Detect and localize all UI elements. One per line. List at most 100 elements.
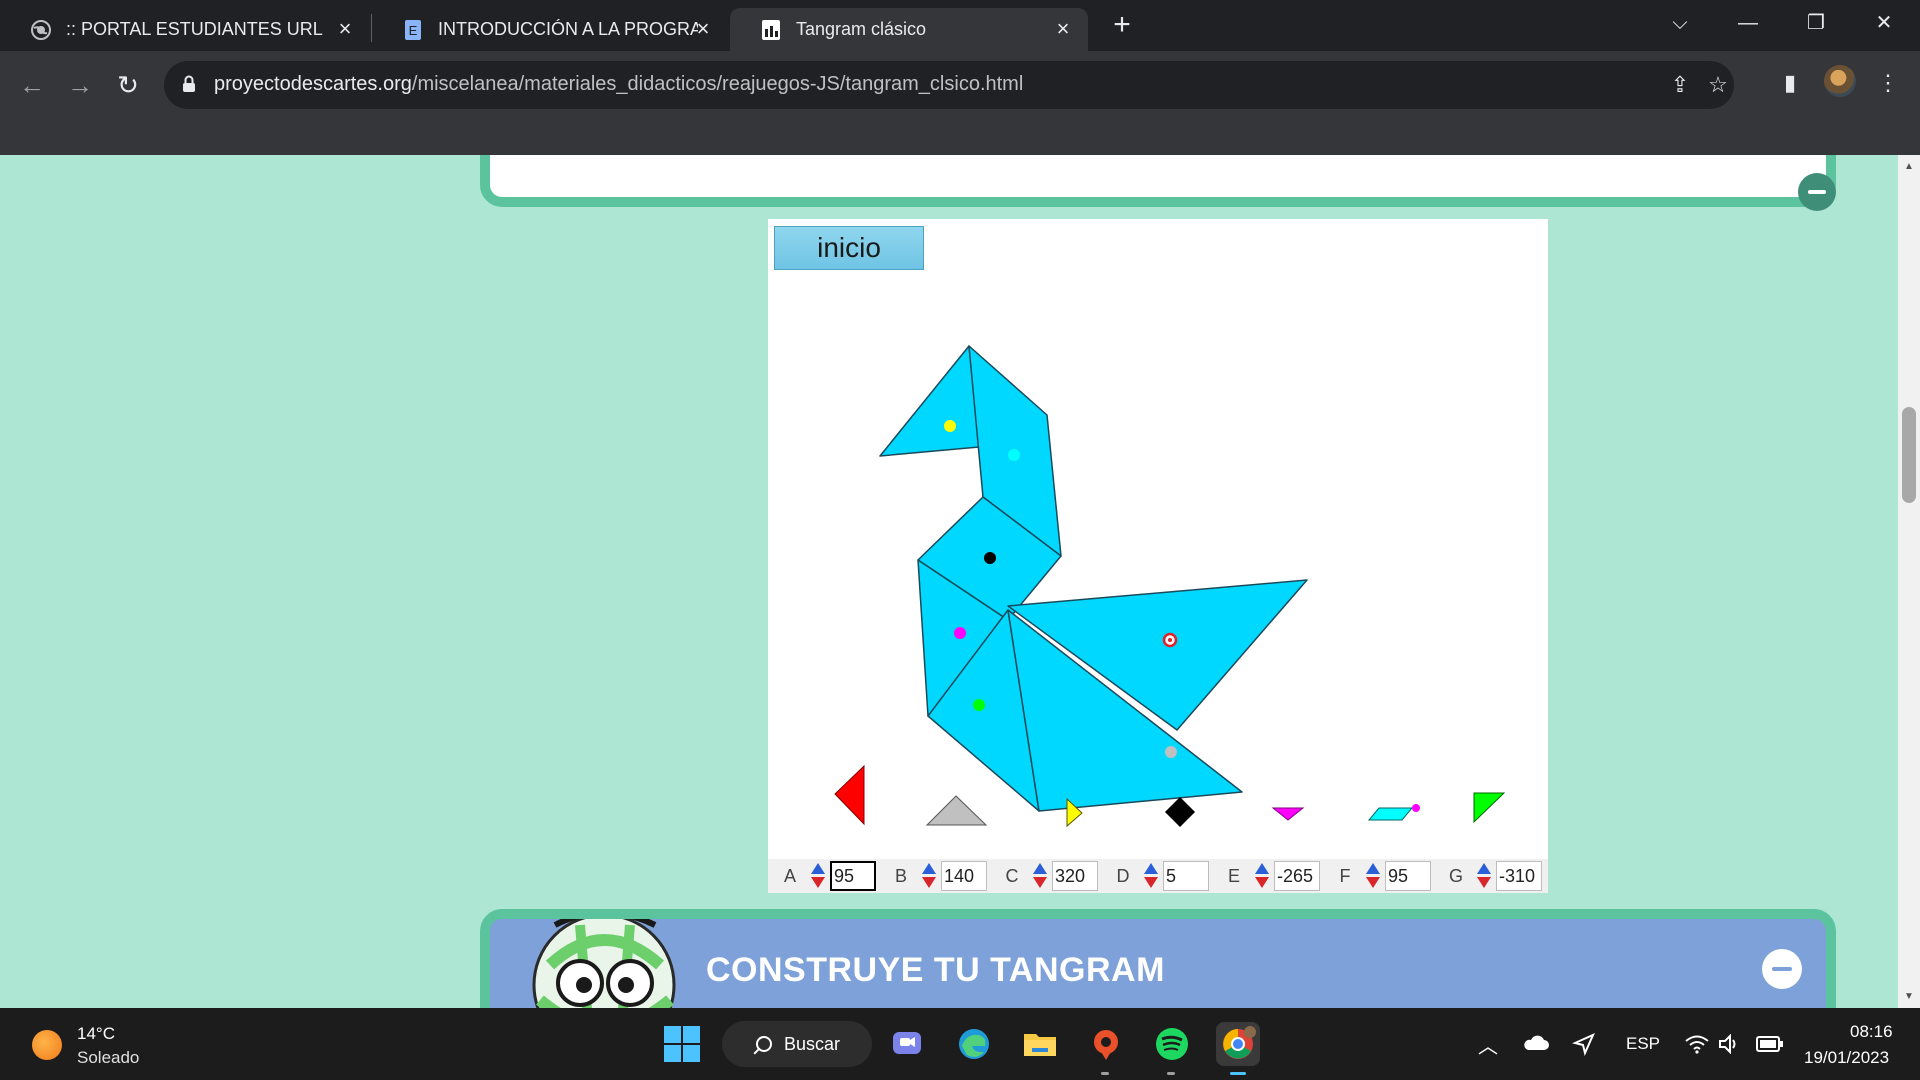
construye-tangram-section: CONSTRUYE TU TANGRAM: [480, 909, 1836, 1008]
scroll-down-icon[interactable]: ▼: [1904, 991, 1914, 1002]
weather-description[interactable]: Soleado: [77, 1048, 139, 1068]
piece-center-dot[interactable]: [954, 627, 966, 639]
back-button[interactable]: ←: [12, 65, 52, 105]
rotation-handle-D[interactable]: [1165, 797, 1195, 827]
spinner[interactable]: [1476, 862, 1492, 890]
globe-icon: [30, 19, 52, 41]
piece-center-dot[interactable]: [944, 420, 956, 432]
control-A: A: [768, 859, 879, 893]
arrow-up-icon[interactable]: [811, 863, 825, 874]
restore-button[interactable]: ❐: [1796, 6, 1836, 40]
arrow-down-icon[interactable]: [1033, 877, 1047, 888]
arrow-down-icon[interactable]: [811, 877, 825, 888]
spinner[interactable]: [921, 862, 937, 890]
control-value-input[interactable]: [830, 861, 876, 891]
share-icon[interactable]: ⇪: [1666, 71, 1694, 99]
battery-icon[interactable]: [1756, 1036, 1784, 1052]
inicio-button[interactable]: inicio: [774, 226, 924, 270]
piece-center-dot[interactable]: [1008, 449, 1020, 461]
tab-portal-estudiantes[interactable]: :: PORTAL ESTUDIANTES URL :: ×: [0, 8, 370, 51]
bookmark-star-icon[interactable]: ☆: [1704, 71, 1732, 99]
rotation-handle-F-dot[interactable]: [1412, 804, 1420, 812]
chrome-browser-icon[interactable]: [1216, 1022, 1260, 1075]
arrow-up-icon[interactable]: [1033, 863, 1047, 874]
tray-chevron-up-icon[interactable]: ︿: [1478, 1030, 1498, 1059]
teams-chat-icon[interactable]: [885, 1022, 929, 1066]
rotation-handle-A[interactable]: [834, 764, 865, 826]
profile-avatar[interactable]: [1824, 65, 1856, 97]
tangram-scene: inicio A B C D E: [768, 219, 1548, 893]
address-bar[interactable]: proyectodescartes.org/miscelanea/materia…: [164, 61, 1734, 109]
tab-introduccion[interactable]: E INTRODUCCIÓN A LA PROGRAM ×: [372, 8, 728, 51]
control-value-input[interactable]: [1274, 861, 1320, 891]
more-menu-icon[interactable]: ⋮: [1868, 63, 1908, 103]
reload-button[interactable]: ↻: [108, 65, 148, 105]
mascot-icon: [532, 919, 676, 1008]
scrollbar-thumb[interactable]: [1902, 407, 1916, 503]
collapse-section-button[interactable]: [1798, 173, 1836, 211]
arrow-up-icon[interactable]: [1477, 863, 1491, 874]
close-window-button[interactable]: ✕: [1864, 6, 1904, 40]
rotation-handle-B[interactable]: [925, 795, 988, 826]
spotify-icon[interactable]: [1150, 1022, 1194, 1075]
arrow-down-icon[interactable]: [1366, 877, 1380, 888]
clock-time[interactable]: 08:16: [1850, 1022, 1893, 1042]
control-G: G: [1434, 859, 1545, 893]
rotation-handle-G[interactable]: [1473, 792, 1506, 824]
tab-title: Tangram clásico: [796, 19, 927, 39]
scroll-up-icon[interactable]: ▲: [1904, 161, 1914, 172]
taskbar-search[interactable]: Buscar: [722, 1021, 872, 1067]
close-tab-icon[interactable]: ×: [1052, 18, 1074, 40]
arrow-up-icon[interactable]: [1144, 863, 1158, 874]
side-panel-icon[interactable]: ▮: [1770, 63, 1810, 103]
edge-browser-icon[interactable]: [952, 1022, 996, 1066]
svg-text:E: E: [409, 23, 418, 38]
clock-date[interactable]: 19/01/2023: [1804, 1048, 1889, 1068]
input-language[interactable]: ESP: [1626, 1034, 1660, 1054]
arrow-up-icon[interactable]: [1366, 863, 1380, 874]
control-value-input[interactable]: [1385, 861, 1431, 891]
control-value-input[interactable]: [1496, 861, 1542, 891]
onedrive-cloud-icon[interactable]: [1522, 1034, 1550, 1052]
windows-start-icon[interactable]: [664, 1026, 700, 1062]
control-value-input[interactable]: [1163, 861, 1209, 891]
collapse-section-button[interactable]: [1762, 949, 1802, 989]
file-explorer-icon[interactable]: [1018, 1022, 1062, 1066]
location-arrow-icon[interactable]: [1572, 1032, 1596, 1056]
wifi-icon[interactable]: [1684, 1034, 1710, 1054]
arrow-up-icon[interactable]: [922, 863, 936, 874]
piece-center-dot[interactable]: [973, 699, 985, 711]
spinner[interactable]: [1254, 862, 1270, 890]
arrow-up-icon[interactable]: [1255, 863, 1269, 874]
control-value-input[interactable]: [941, 861, 987, 891]
spinner[interactable]: [1143, 862, 1159, 890]
rotation-handle-F[interactable]: [1367, 807, 1414, 821]
spinner[interactable]: [1365, 862, 1381, 890]
piece-center-dot[interactable]: [984, 552, 996, 564]
new-tab-button[interactable]: +: [1108, 10, 1136, 40]
piece-head-triangle[interactable]: [879, 345, 980, 457]
spinner[interactable]: [810, 862, 826, 890]
tangram-canvas[interactable]: [768, 219, 1548, 859]
close-tab-icon[interactable]: ×: [334, 18, 356, 40]
control-value-input[interactable]: [1052, 861, 1098, 891]
arrow-down-icon[interactable]: [1477, 877, 1491, 888]
sun-weather-icon[interactable]: [32, 1030, 62, 1060]
piece-center-dot[interactable]: [1165, 746, 1177, 758]
arrow-down-icon[interactable]: [922, 877, 936, 888]
forward-button[interactable]: →: [60, 65, 100, 105]
close-tab-icon[interactable]: ×: [692, 18, 714, 40]
arrow-down-icon[interactable]: [1255, 877, 1269, 888]
windows-taskbar: 14°C Soleado Buscar ︿ ESP 08:16 19/01/20…: [0, 1008, 1920, 1080]
target-center: [1168, 638, 1172, 642]
tab-search-chevron-icon[interactable]: ⌵: [1660, 6, 1700, 40]
rotation-handle-E[interactable]: [1271, 807, 1305, 821]
spinner[interactable]: [1032, 862, 1048, 890]
app-orange-pin-icon[interactable]: [1084, 1022, 1128, 1075]
page-scrollbar[interactable]: ▲ ▼: [1898, 155, 1920, 1008]
weather-temperature[interactable]: 14°C: [77, 1024, 115, 1044]
tab-tangram-clasico[interactable]: Tangram clásico ×: [730, 8, 1088, 51]
minimize-button[interactable]: —: [1728, 6, 1768, 40]
arrow-down-icon[interactable]: [1144, 877, 1158, 888]
volume-icon[interactable]: [1718, 1034, 1742, 1054]
